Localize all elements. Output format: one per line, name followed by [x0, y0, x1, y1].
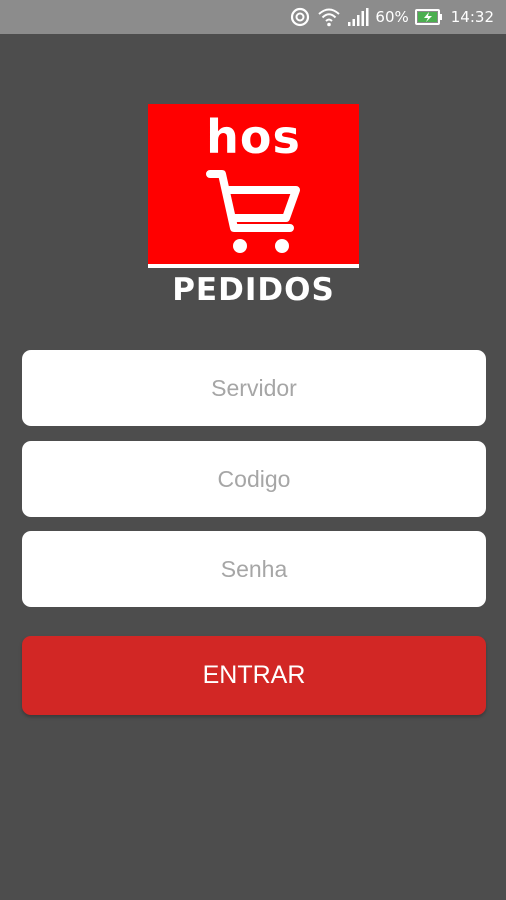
logo-caption: PEDIDOS [172, 272, 335, 308]
codigo-input[interactable] [22, 441, 486, 517]
entrar-button[interactable]: ENTRAR [22, 636, 486, 715]
entrar-button-label: ENTRAR [202, 661, 306, 689]
battery-percent: 60% [375, 8, 409, 26]
app-logo: hos [148, 104, 359, 268]
sync-icon [289, 6, 311, 28]
shopping-cart-icon [204, 168, 304, 264]
status-bar: 60% 14:32 [0, 0, 506, 34]
wifi-icon [317, 6, 341, 28]
servidor-input[interactable] [22, 350, 486, 426]
logo-underline [148, 264, 359, 268]
signal-icon [347, 7, 369, 27]
clock: 14:32 [450, 8, 494, 26]
senha-input[interactable] [22, 531, 486, 607]
battery-charging-icon [414, 9, 443, 25]
logo-brand-word: hos [206, 110, 301, 164]
